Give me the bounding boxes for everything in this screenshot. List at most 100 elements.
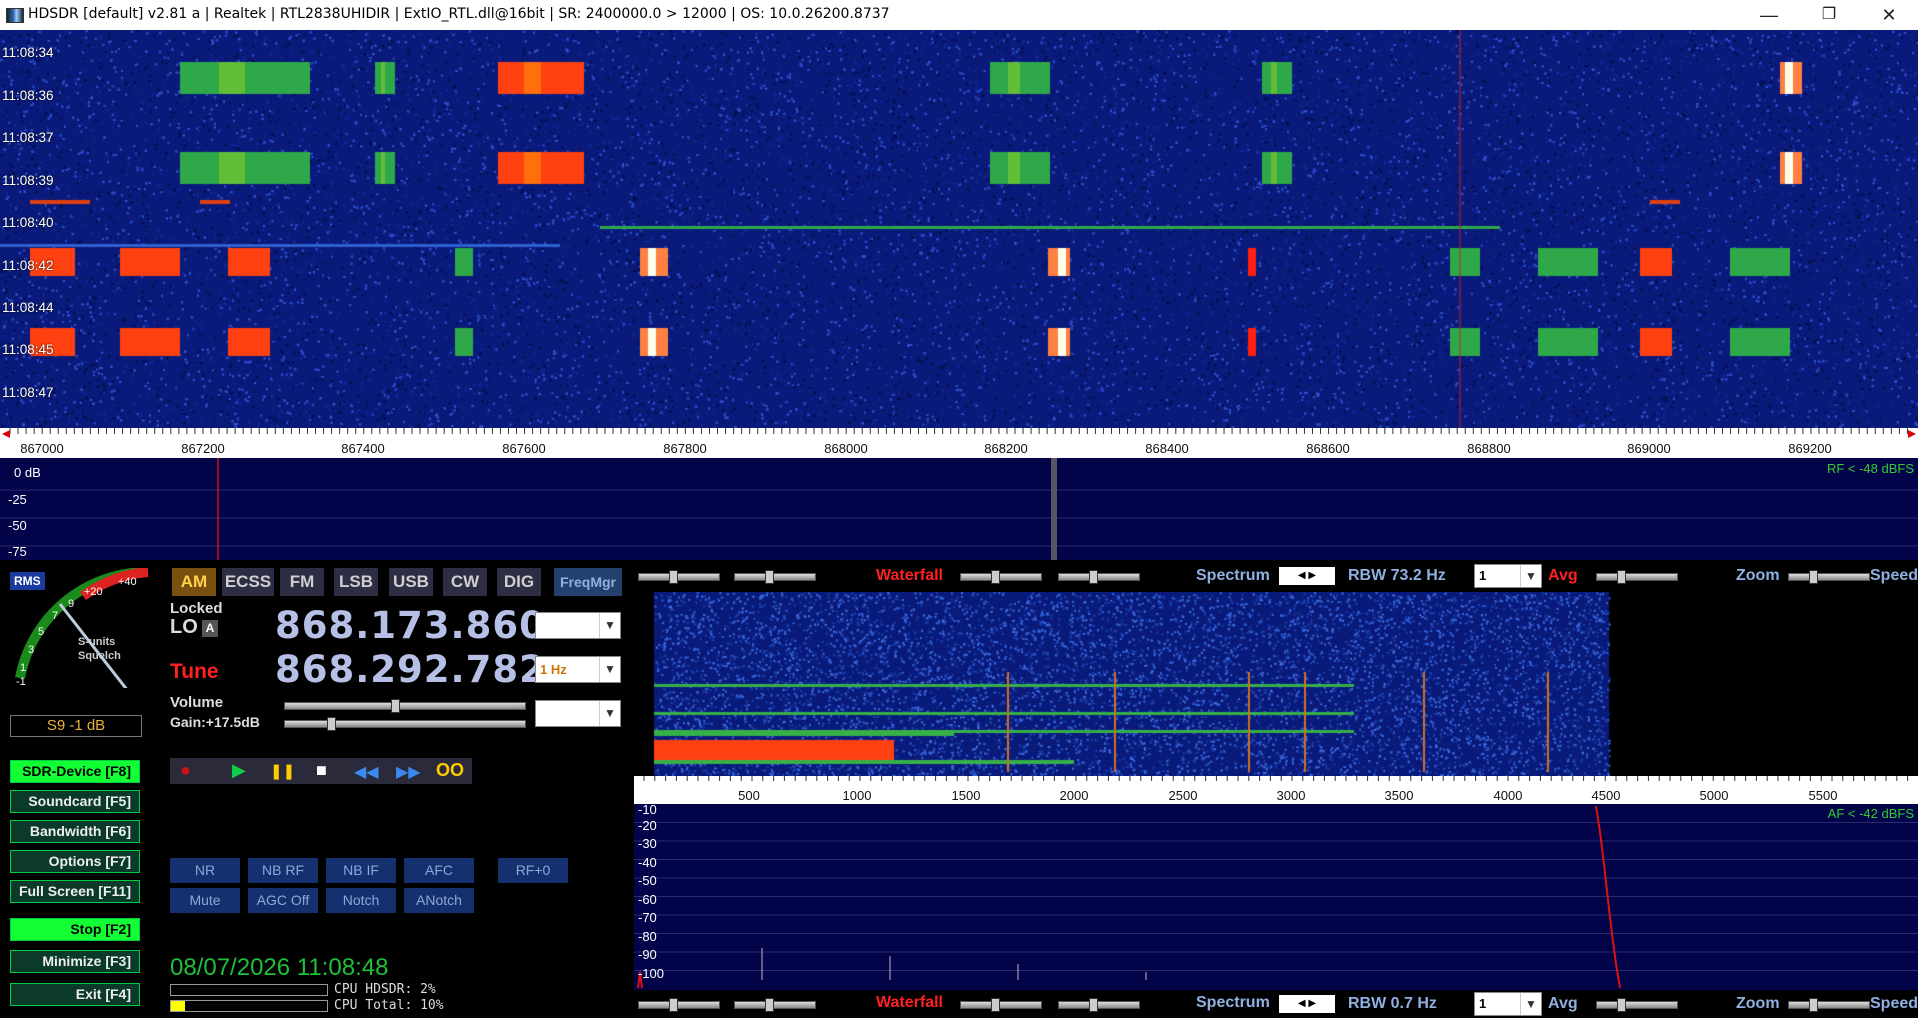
slider-thumb[interactable] xyxy=(669,570,678,584)
agc-off-button[interactable]: AGC Off xyxy=(248,888,318,913)
af-db-label: -90 xyxy=(638,947,657,962)
s-scale-label: +40 xyxy=(118,576,137,588)
sdr-device-button[interactable]: SDR-Device [F8] xyxy=(10,760,140,783)
afc-button[interactable]: AFC xyxy=(404,858,474,883)
slider-thumb[interactable] xyxy=(1617,998,1626,1012)
nb-if-button[interactable]: NB IF xyxy=(326,858,396,883)
slider-thumb[interactable] xyxy=(669,998,678,1012)
af-waterfall-contrast-slider[interactable] xyxy=(638,998,720,1012)
slider-thumb[interactable] xyxy=(1809,570,1818,584)
zoom-slider[interactable] xyxy=(1788,570,1870,584)
af-spectrum-brightness-slider[interactable] xyxy=(1058,998,1140,1012)
avg-value: 1 xyxy=(1479,568,1487,583)
bandwidth-button[interactable]: Bandwidth [F6] xyxy=(10,820,140,843)
af-spectrum-scroll-arrows[interactable]: ◀ ▶ xyxy=(1279,995,1335,1013)
af-avg-slider[interactable] xyxy=(1596,998,1678,1012)
chevron-down-icon: ▼ xyxy=(599,657,620,682)
volume-slider-thumb[interactable] xyxy=(391,699,400,713)
tune-step-select[interactable]: 1 Hz ▼ xyxy=(535,656,621,683)
af-waterfall-canvas[interactable] xyxy=(634,592,1918,776)
af-spectrum-contrast-slider[interactable] xyxy=(960,998,1042,1012)
title-bar: HDSDR [default] v2.81 a | Realtek | RTL2… xyxy=(0,0,1918,30)
control-panel: RMS -1 1 3 5 7 9 +20 +40 S-units Squelch… xyxy=(0,560,632,1018)
af-db-label: -60 xyxy=(638,892,657,907)
rewind-button[interactable]: ◀◀ xyxy=(354,762,379,782)
options-button[interactable]: Options [F7] xyxy=(10,850,140,873)
spectrum-brightness-slider[interactable] xyxy=(1058,570,1140,584)
rf-waterfall[interactable]: 11:08:34 11:08:36 11:08:37 11:08:39 11:0… xyxy=(0,30,1918,428)
gain-slider-thumb[interactable] xyxy=(327,717,336,731)
lo-step-select[interactable]: ▼ xyxy=(535,612,621,639)
slider-thumb[interactable] xyxy=(991,998,1000,1012)
freq-tick-label: 869200 xyxy=(1788,441,1832,456)
nb-rf-button[interactable]: NB RF xyxy=(248,858,318,883)
freq-tick-label: 867600 xyxy=(502,441,546,456)
s-meter: RMS -1 1 3 5 7 9 +20 +40 S-units Squelch xyxy=(8,566,151,719)
anotch-button[interactable]: ANotch xyxy=(404,888,474,913)
rf-spectrum[interactable]: 0 dB -25 -50 -75 RF < -48 dBFS xyxy=(0,458,1918,560)
af-tick-label: 4500 xyxy=(1591,788,1621,803)
play-button[interactable]: ▶ xyxy=(232,760,246,781)
rf-spectrum-grid xyxy=(0,458,1918,560)
soundcard-button[interactable]: Soundcard [F5] xyxy=(10,790,140,813)
af-waterfall[interactable] xyxy=(634,592,1918,776)
rf-plus-0-button[interactable]: RF+0 xyxy=(498,858,568,883)
af-waterfall-brightness-slider[interactable] xyxy=(734,998,816,1012)
tune-frequency-display[interactable]: 868.292.782 xyxy=(275,648,546,691)
mode-usb-button[interactable]: USB xyxy=(389,568,433,596)
slider-thumb[interactable] xyxy=(765,570,774,584)
rf-frequency-axis[interactable]: 867000 867200 867400 867600 867800 86800… xyxy=(0,428,1918,458)
rf-level-readout: RF < -48 dBFS xyxy=(1826,461,1914,476)
chevron-down-icon: ▼ xyxy=(1520,993,1541,1015)
mode-dig-button[interactable]: DIG xyxy=(497,568,541,596)
af-spectrum[interactable]: -10 -20 -30 -40 -50 -60 -70 -80 -90 -100… xyxy=(634,802,1918,990)
pause-button[interactable]: ❚❚ xyxy=(270,762,295,780)
slider-thumb[interactable] xyxy=(1617,570,1626,584)
avg-slider[interactable] xyxy=(1596,570,1678,584)
mode-fm-button[interactable]: FM xyxy=(280,568,324,596)
waterfall-brightness-slider[interactable] xyxy=(734,570,816,584)
rf-waterfall-canvas[interactable] xyxy=(0,30,1918,428)
fast-forward-button[interactable]: ▶▶ xyxy=(396,762,421,782)
restore-window-button[interactable]: ❐ xyxy=(1800,0,1858,30)
af-zoom-slider[interactable] xyxy=(1788,998,1870,1012)
stop-button[interactable]: Stop [F2] xyxy=(10,918,140,941)
slider-thumb[interactable] xyxy=(765,998,774,1012)
waterfall-contrast-slider[interactable] xyxy=(638,570,720,584)
avg-select[interactable]: 1 ▼ xyxy=(1474,564,1542,588)
close-window-button[interactable]: ✕ xyxy=(1860,0,1918,30)
gain-slider[interactable] xyxy=(284,717,526,731)
full-screen-button[interactable]: Full Screen [F11] xyxy=(10,880,140,903)
af-avg-label: Avg xyxy=(1548,995,1578,1012)
loop-button[interactable]: OO xyxy=(436,760,464,781)
freq-tick-label: 868400 xyxy=(1145,441,1189,456)
lo-lock-badge[interactable]: A xyxy=(202,620,218,637)
mode-am-button[interactable]: AM xyxy=(172,568,216,596)
minimize-window-button[interactable]: — xyxy=(1740,0,1798,30)
freqmgr-button[interactable]: FreqMgr xyxy=(554,568,622,596)
record-button[interactable]: ● xyxy=(180,760,191,781)
af-avg-select[interactable]: 1 ▼ xyxy=(1474,992,1542,1016)
slider-thumb[interactable] xyxy=(991,570,1000,584)
stop-transport-button[interactable]: ■ xyxy=(316,760,327,781)
volume-slider[interactable] xyxy=(284,699,526,713)
mode-lsb-button[interactable]: LSB xyxy=(334,568,378,596)
nr-button[interactable]: NR xyxy=(170,858,240,883)
rf-db-label: -25 xyxy=(8,492,27,507)
lo-frequency-display[interactable]: 868.173.860 xyxy=(275,604,546,647)
slider-thumb[interactable] xyxy=(1089,570,1098,584)
mode-ecss-button[interactable]: ECSS xyxy=(222,568,274,596)
slider-thumb[interactable] xyxy=(1089,998,1098,1012)
exit-button[interactable]: Exit [F4] xyxy=(10,983,140,1006)
freq-tick-label: 867400 xyxy=(341,441,385,456)
mute-button[interactable]: Mute xyxy=(170,888,240,913)
slider-thumb[interactable] xyxy=(1809,998,1818,1012)
minimize-button[interactable]: Minimize [F3] xyxy=(10,950,140,973)
spectrum-scroll-arrows[interactable]: ◀ ▶ xyxy=(1279,567,1335,585)
rms-badge[interactable]: RMS xyxy=(10,572,45,590)
mode-cw-button[interactable]: CW xyxy=(443,568,487,596)
agc-select[interactable]: ▼ xyxy=(535,700,621,727)
notch-button[interactable]: Notch xyxy=(326,888,396,913)
spectrum-contrast-slider[interactable] xyxy=(960,570,1042,584)
af-frequency-axis[interactable]: 500 1000 1500 2000 2500 3000 3500 4000 4… xyxy=(634,776,1918,804)
